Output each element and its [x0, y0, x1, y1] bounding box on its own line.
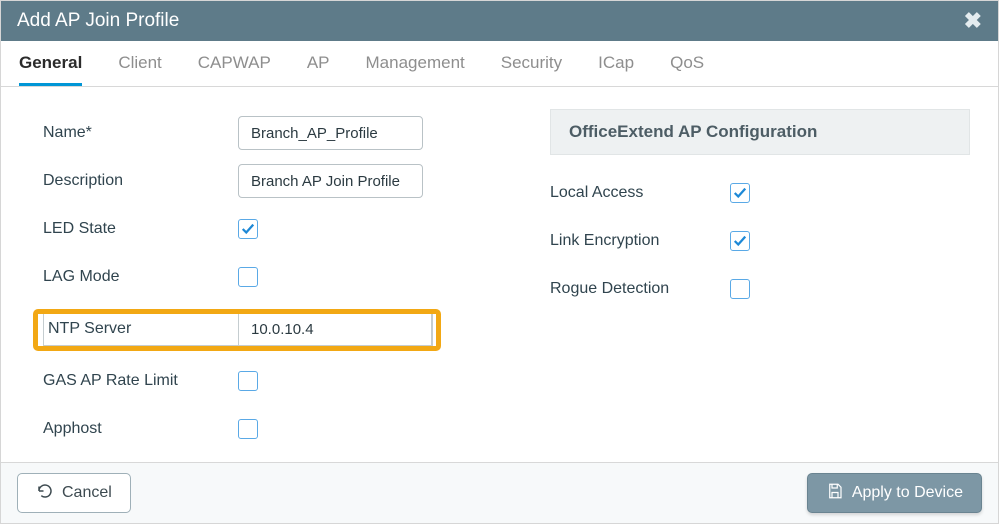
tab-icap[interactable]: ICap	[598, 53, 634, 86]
row-ntp-server: NTP Server	[43, 305, 520, 353]
ntp-server-label: NTP Server	[44, 313, 239, 345]
add-ap-join-profile-modal: Add AP Join Profile ✖ General Client CAP…	[0, 0, 999, 524]
modal-title: Add AP Join Profile	[17, 10, 179, 32]
right-column: OfficeExtend AP Configuration Local Acce…	[550, 109, 970, 452]
apply-button[interactable]: Apply to Device	[807, 473, 982, 513]
cancel-button[interactable]: Cancel	[17, 473, 131, 513]
lag-mode-label: LAG Mode	[43, 268, 238, 286]
tab-qos[interactable]: QoS	[670, 53, 704, 86]
row-description: Description	[43, 157, 520, 205]
lag-mode-checkbox[interactable]	[238, 267, 258, 287]
tab-ap[interactable]: AP	[307, 53, 330, 86]
row-link-encryption: Link Encryption	[550, 217, 970, 265]
gas-rate-label: GAS AP Rate Limit	[43, 372, 238, 390]
cancel-button-label: Cancel	[62, 484, 112, 502]
link-encryption-label: Link Encryption	[550, 232, 730, 250]
rogue-detection-checkbox[interactable]	[730, 279, 750, 299]
tab-general[interactable]: General	[19, 53, 82, 86]
gas-rate-checkbox[interactable]	[238, 371, 258, 391]
description-input[interactable]	[238, 164, 423, 198]
tab-security[interactable]: Security	[501, 53, 562, 86]
tab-management[interactable]: Management	[366, 53, 465, 86]
description-label: Description	[43, 172, 238, 190]
apphost-label: Apphost	[43, 420, 238, 438]
row-lag-mode: LAG Mode	[43, 253, 520, 301]
row-gas-rate: GAS AP Rate Limit	[43, 357, 520, 405]
apply-button-label: Apply to Device	[852, 484, 963, 502]
close-icon[interactable]: ✖	[964, 8, 982, 34]
row-apphost: Apphost	[43, 405, 520, 453]
name-label: Name*	[43, 124, 238, 142]
row-local-access: Local Access	[550, 169, 970, 217]
tab-capwap[interactable]: CAPWAP	[198, 53, 271, 86]
row-name: Name*	[43, 109, 520, 157]
modal-body: Name* Description LED State LAG Mode	[1, 87, 998, 462]
name-input[interactable]	[238, 116, 423, 150]
undo-icon	[36, 482, 54, 505]
officeextend-heading: OfficeExtend AP Configuration	[550, 109, 970, 155]
tab-bar: General Client CAPWAP AP Management Secu…	[1, 41, 998, 87]
row-led-state: LED State	[43, 205, 520, 253]
led-state-checkbox[interactable]	[238, 219, 258, 239]
local-access-label: Local Access	[550, 184, 730, 202]
save-icon	[826, 482, 844, 505]
left-column: Name* Description LED State LAG Mode	[43, 109, 520, 452]
modal-footer: Cancel Apply to Device	[1, 462, 998, 523]
local-access-checkbox[interactable]	[730, 183, 750, 203]
rogue-detection-label: Rogue Detection	[550, 280, 730, 298]
tab-client[interactable]: Client	[118, 53, 161, 86]
link-encryption-checkbox[interactable]	[730, 231, 750, 251]
apphost-checkbox[interactable]	[238, 419, 258, 439]
row-rogue-detection: Rogue Detection	[550, 265, 970, 313]
modal-header: Add AP Join Profile ✖	[1, 1, 998, 41]
ntp-server-input[interactable]	[239, 313, 432, 345]
led-state-label: LED State	[43, 220, 238, 238]
